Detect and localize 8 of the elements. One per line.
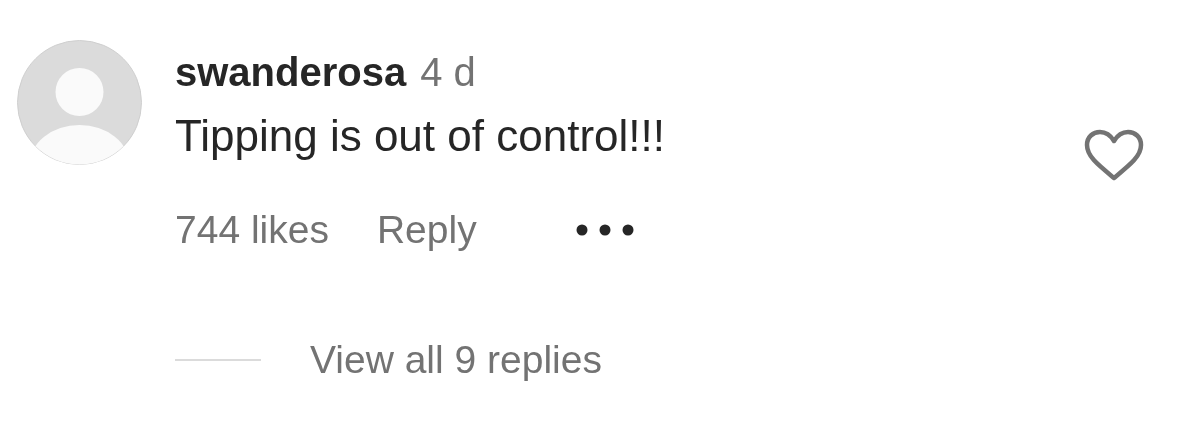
likes-count[interactable]: 744 likes <box>175 206 329 254</box>
username[interactable]: swanderosa <box>175 48 407 96</box>
timestamp: 4 d <box>420 49 476 96</box>
more-icon[interactable] <box>574 223 635 237</box>
comment-text: Tipping is out of control!!! <box>175 110 665 162</box>
view-replies-button[interactable]: View all 9 replies <box>310 336 602 384</box>
reply-button[interactable]: Reply <box>376 206 477 254</box>
heart-icon[interactable] <box>1083 128 1145 182</box>
